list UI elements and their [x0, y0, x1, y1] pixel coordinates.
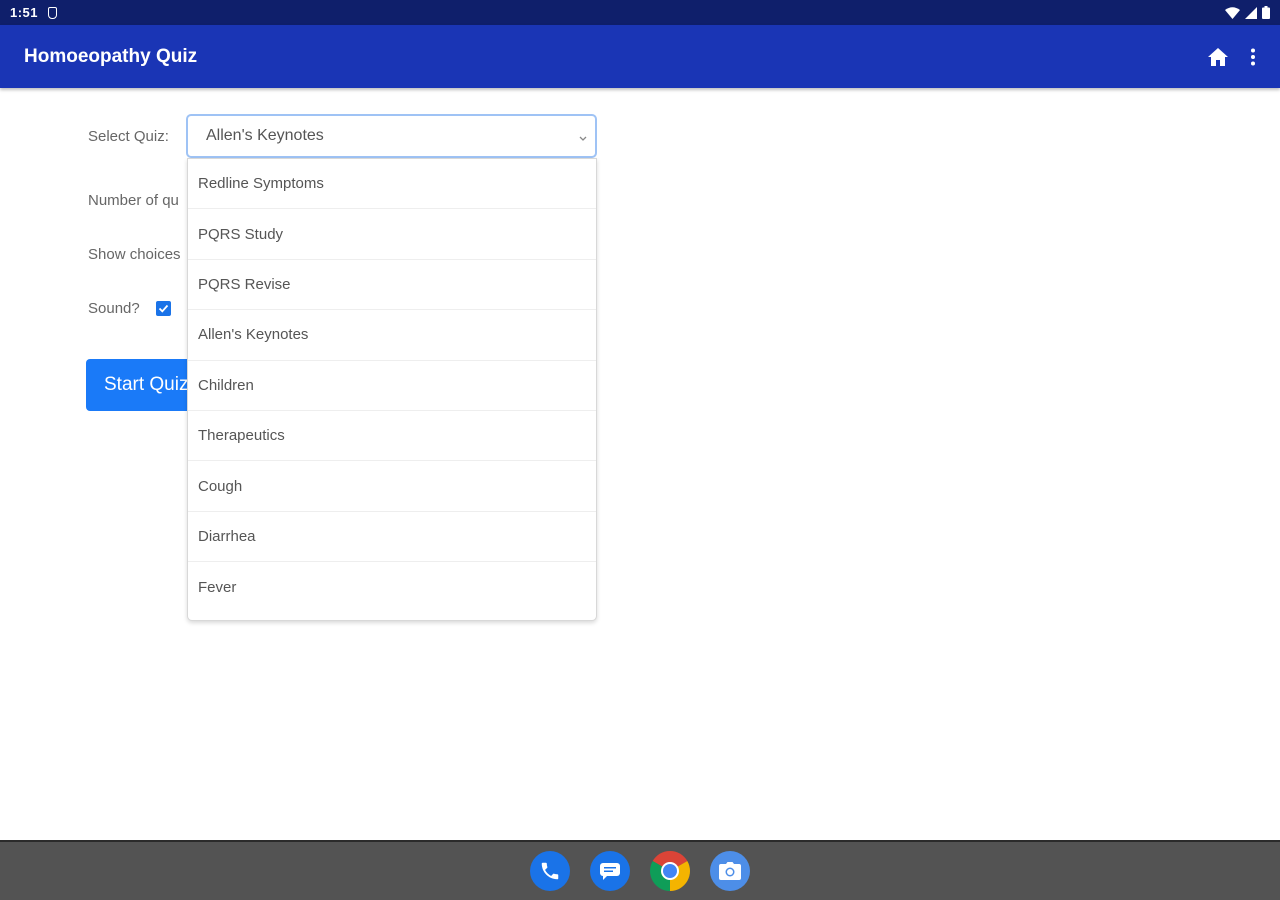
camera-icon[interactable]: [710, 851, 750, 891]
status-time: 1:51: [10, 5, 39, 20]
status-icons: [1225, 6, 1270, 19]
app-bar: Homoeopathy Quiz: [0, 25, 1280, 88]
home-icon[interactable]: [1208, 47, 1228, 66]
phone-icon[interactable]: [530, 851, 570, 891]
quiz-select[interactable]: Allen's Keynotes: [186, 114, 597, 158]
dropdown-option[interactable]: Redline Symptoms: [188, 159, 596, 210]
app-actions: [1208, 47, 1256, 66]
nav-bar: [0, 840, 1280, 900]
select-quiz-label: Select Quiz:: [88, 128, 169, 145]
selected-quiz-value: Allen's Keynotes: [206, 127, 324, 144]
chrome-icon[interactable]: [650, 851, 690, 891]
battery-icon: [1262, 6, 1270, 19]
dropdown-option[interactable]: PQRS Study: [188, 209, 596, 260]
show-choices-label: Show choices: [88, 246, 181, 263]
chevron-down-icon: [579, 136, 587, 141]
messages-icon[interactable]: [590, 851, 630, 891]
number-of-questions-label: Number of qu: [88, 192, 179, 209]
check-icon: [158, 304, 169, 313]
status-bar: 1:51: [0, 0, 1280, 25]
signal-icon: [1245, 6, 1257, 19]
dropdown-option[interactable]: Allen's Keynotes: [188, 310, 596, 361]
quiz-dropdown-list: Redline Symptoms PQRS Study PQRS Revise All…: [187, 158, 597, 621]
wifi-icon: [1225, 6, 1240, 19]
dropdown-option[interactable]: Cough: [188, 461, 596, 512]
dropdown-option[interactable]: Diarrhea: [188, 512, 596, 563]
security-icon: [48, 6, 58, 19]
more-options-icon[interactable]: [1250, 48, 1256, 66]
dropdown-option[interactable]: Children: [188, 361, 596, 411]
quiz-settings-form: Select Quiz: Allen's Keynotes Number of …: [0, 88, 1280, 840]
sound-label: Sound?: [88, 300, 140, 317]
dropdown-option[interactable]: Fever: [188, 562, 596, 612]
sound-checkbox[interactable]: [156, 301, 171, 316]
dropdown-option[interactable]: Therapeutics: [188, 411, 596, 462]
app-title: Homoeopathy Quiz: [24, 45, 198, 67]
dropdown-option[interactable]: PQRS Revise: [188, 260, 596, 311]
